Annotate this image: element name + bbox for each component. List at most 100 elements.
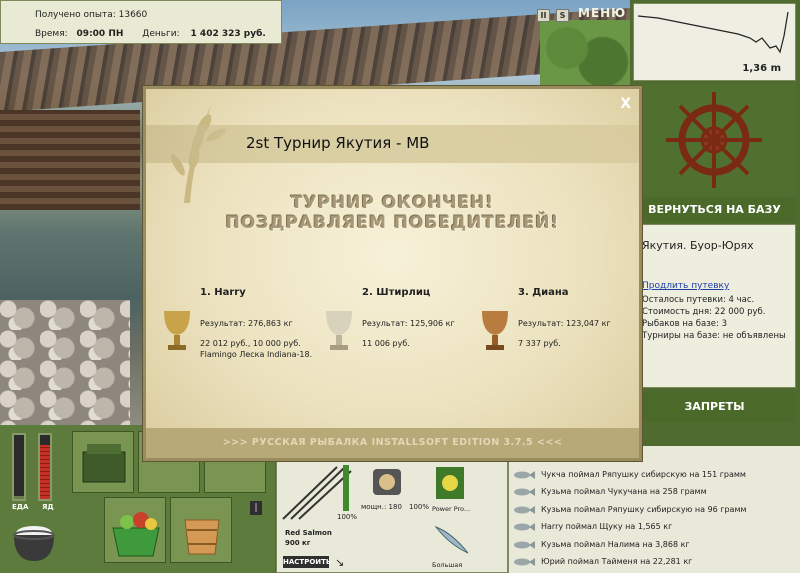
rocks-image <box>0 300 130 425</box>
catch-log-item: Чукча поймал Ряпушку сибирскую на 151 гр… <box>509 466 800 484</box>
time-money-row: Время: 09:00 ПН Деньги: 1 402 323 руб. <box>35 29 266 39</box>
fish-icon <box>514 558 535 566</box>
rod-name: Red Salmon <box>285 529 332 537</box>
reel-slot[interactable]: мощн.: 180 100% <box>357 463 430 571</box>
winner-second-name: 2. Штирлиц <box>362 287 431 298</box>
permit-remaining: Осталось путевки: 4 час. <box>642 295 755 305</box>
trees-image <box>540 20 630 90</box>
food-gauge-fill <box>14 495 24 499</box>
reel-icon <box>373 469 401 495</box>
bait-basket-slot[interactable] <box>104 497 166 563</box>
catch-log-text: Кузьма поймал Налима на 3,868 кг <box>541 539 690 549</box>
catch-log-item: Юрий поймал Тайменя на 22,281 кг <box>509 553 800 571</box>
menu-button[interactable]: МЕНЮ <box>578 6 625 24</box>
line-name: Power Pro... <box>432 505 471 513</box>
poison-gauge <box>38 433 52 501</box>
catch-log-item: Кузьма поймал Чукучана на 258 грамм <box>509 483 800 501</box>
player-info-panel: Получено опыта: 13660 Время: 09:00 ПН Де… <box>0 0 282 44</box>
fish-icon <box>514 540 535 549</box>
vegetable-basket-icon <box>112 512 160 557</box>
food-gauge <box>12 433 26 501</box>
money-value: 1 402 323 руб. <box>190 29 266 39</box>
rod-durability-bar <box>343 465 349 511</box>
winner-first-name: 1. Harry <box>200 287 246 298</box>
wooden-bucket-icon <box>184 519 220 555</box>
catch-log-text: Кузьма поймал Чукучана на 258 грамм <box>541 487 707 496</box>
catch-log-text: Кузьма поймал Ряпушку сибирскую на 96 гр… <box>541 504 747 514</box>
catch-log-item: Harry поймал Щуку на 1,565 кг <box>509 518 800 536</box>
silver-cup-icon <box>326 311 352 350</box>
tournament-result-dialog: 2st Турнир Якутия - MB X ТУРНИР ОКОНЧЕН!… <box>143 86 642 461</box>
extend-permit-link[interactable]: Продлить путевку <box>642 281 729 291</box>
tackle-panel: Red Salmon 900 кг НАСТРОИТЬ ↘ 100% мощн.… <box>276 460 508 573</box>
winner-first-result: Результат: 276,863 кг <box>200 319 293 328</box>
winner-third-prize-money: 7 337 руб. <box>518 339 561 348</box>
winner-first-prize-money: 22 012 руб., 10 000 руб. <box>200 339 301 348</box>
winner-third-prize: 7 337 руб. <box>518 338 561 349</box>
catch-log-text: Чукча поймал Ряпушку сибирскую на 151 гр… <box>541 469 746 479</box>
experience-label: Получено опыта: <box>35 10 116 20</box>
reel-power: мощн.: 180 <box>361 503 402 511</box>
day-cost: Стоимость дня: 22 000 руб. <box>642 307 766 317</box>
depth-profile-panel: 1,36 m <box>633 3 796 81</box>
catch-log-text: Юрий поймал Тайменя на 22,281 кг <box>541 557 693 566</box>
money-label: Деньги: <box>142 29 180 39</box>
reel-durability: 100% <box>409 503 430 511</box>
gold-cup-icon <box>164 311 190 350</box>
winner-second-result: Результат: 125,906 кг <box>362 319 455 328</box>
pause-button[interactable]: II <box>537 9 550 22</box>
lure-icon <box>434 525 469 554</box>
scroll-handle[interactable]: | <box>250 501 262 515</box>
tournament-ended-headline: ТУРНИР ОКОНЧЕН! <box>290 193 495 213</box>
time-value: 09:00 ПН <box>76 29 124 39</box>
winner-first-prize-item: Flamingo Леска Indiana-18. <box>200 350 313 359</box>
tackle-box-slot[interactable] <box>72 431 134 493</box>
bronze-cup-icon <box>482 311 508 350</box>
bucket-slot[interactable] <box>170 497 232 563</box>
fish-icon <box>514 470 535 479</box>
sound-button[interactable]: S <box>556 9 569 22</box>
winner-third-name: 3. Диана <box>518 287 569 298</box>
close-button[interactable]: X <box>620 96 631 112</box>
depth-profile-graph <box>638 11 789 54</box>
line-bait-slot[interactable]: Power Pro... Большая <box>430 463 505 571</box>
location-panel: Якутия. Буор-Юрях Продлить путевку Остал… <box>633 224 796 388</box>
fish-icon <box>514 505 535 514</box>
winner-first-prize: 22 012 руб., 10 000 руб. Flamingo Леска … <box>200 338 312 360</box>
ship-wheel-icon <box>666 92 762 188</box>
catch-log-text: Harry поймал Щуку на 1,565 кг <box>541 522 673 531</box>
food-pot-icon[interactable] <box>8 517 60 565</box>
experience-value: 13660 <box>118 10 148 20</box>
ship-wheel-area[interactable] <box>633 84 796 196</box>
congratulations-headline: ПОЗДРАВЛЯЕМ ПОБЕДИТЕЛЕЙ! <box>225 213 560 233</box>
dialog-title: 2st Турнир Якутия - MB <box>246 134 430 152</box>
bans-button[interactable]: ЗАПРЕТЫ <box>633 392 796 422</box>
poison-label: ЯД <box>42 503 54 511</box>
food-label: ЕДА <box>12 503 29 511</box>
log-pile-image <box>0 110 140 210</box>
poison-gauge-fill <box>40 444 50 499</box>
bait-name: Большая <box>432 561 463 569</box>
rod-durability: 100% <box>337 513 358 521</box>
anglers-count: Рыбаков на базе: 3 <box>642 319 727 329</box>
time-label: Время: <box>35 29 68 39</box>
depth-value: 1,36 m <box>742 63 781 74</box>
fish-icon <box>514 488 535 496</box>
winner-third-result: Результат: 123,047 кг <box>518 319 611 328</box>
fish-icon <box>514 523 535 531</box>
catch-log-item: Кузьма поймал Ряпушку сибирскую на 96 гр… <box>509 501 800 519</box>
tune-button[interactable]: НАСТРОИТЬ <box>283 556 331 568</box>
experience-row: Получено опыта: 13660 <box>35 10 147 20</box>
tackle-box-icon <box>82 444 126 483</box>
rod-weight: 900 кг <box>285 539 311 547</box>
catch-log-item: Кузьма поймал Налима на 3,868 кг <box>509 536 800 554</box>
arrow-icon: ↘ <box>335 556 345 569</box>
winner-second-prize: 11 006 руб. <box>362 338 410 349</box>
catch-log: ...2 граммЧукча поймал Ряпушку сибирскую… <box>508 446 800 573</box>
tournaments-status: Турниры на базе: не объявлены <box>642 331 786 341</box>
location-title: Якутия. Буор-Юрях <box>642 239 754 252</box>
fishing-line-icon <box>436 467 464 499</box>
back-to-base-button[interactable]: ВЕРНУТЬСЯ НА БАЗУ <box>633 198 796 222</box>
winner-second-prize-money: 11 006 руб. <box>362 339 410 348</box>
dialog-footer-version: >>> РУССКАЯ РЫБАЛКА INSTALLSOFT EDITION … <box>146 428 639 458</box>
